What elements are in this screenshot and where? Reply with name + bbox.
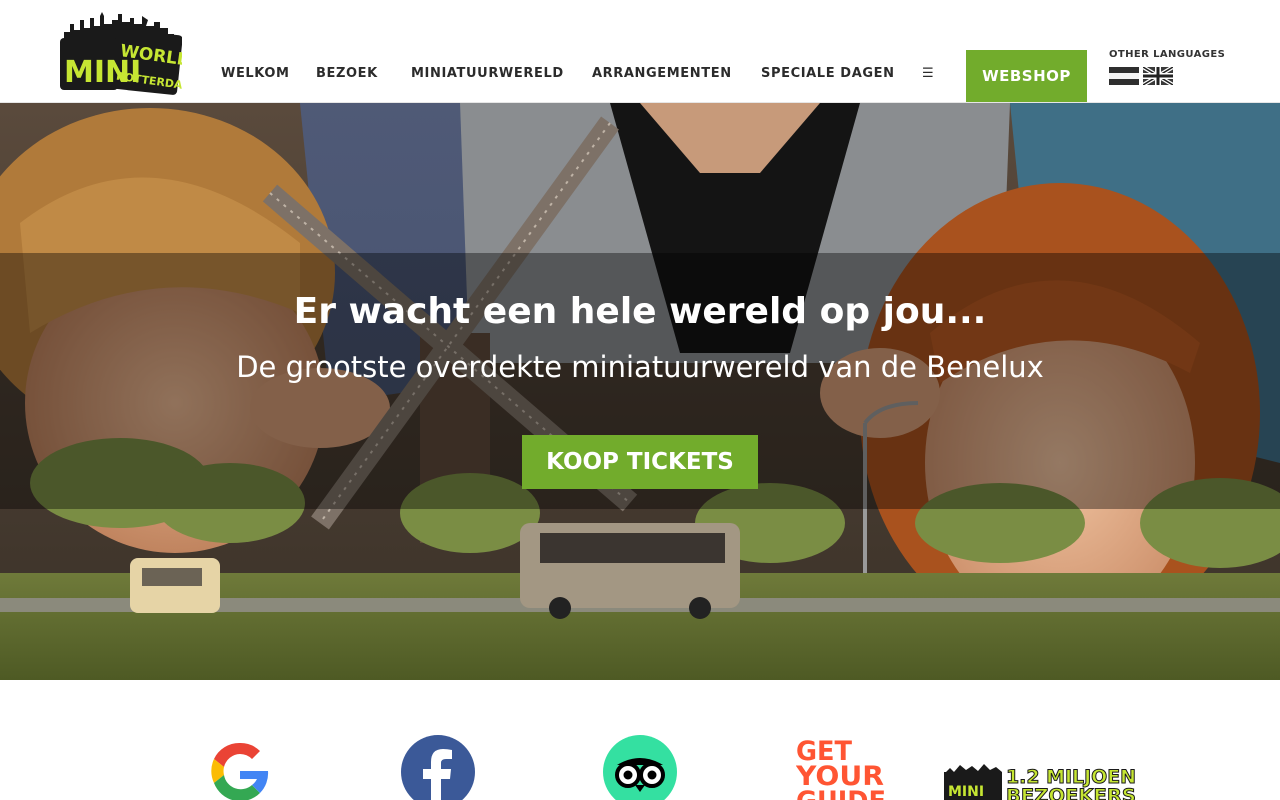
google-icon[interactable]	[204, 735, 276, 800]
badge-logo-text: MINI	[948, 784, 984, 800]
nav-item-miniatuurwereld[interactable]: MINIATUURWERELD	[411, 62, 564, 86]
hero-title: Er wacht een hele wereld op jou...	[293, 291, 987, 332]
hero-subtitle: De grootste overdekte miniatuurwereld va…	[236, 350, 1044, 384]
miniworld-logo[interactable]: MINI WORLD ROTTERDAM	[58, 10, 182, 96]
uk-flag-icon[interactable]	[1143, 67, 1173, 85]
dutch-flag-icon[interactable]	[1109, 67, 1139, 85]
menu-hamburger-icon[interactable]: ☰	[922, 62, 934, 86]
gyg-text-line-3: GUIDE	[796, 786, 886, 800]
getyourguide-logo[interactable]: GET YOUR GUIDE	[796, 735, 892, 800]
webshop-button[interactable]: WEBSHOP	[966, 50, 1087, 102]
buy-tickets-button[interactable]: KOOP TICKETS	[522, 435, 758, 489]
nav-item-arrangementen[interactable]: ARRANGEMENTEN	[592, 62, 732, 86]
hero-section: Er wacht een hele wereld op jou... De gr…	[0, 103, 1280, 680]
visitors-badge: MINI 1.2 MILJOEN BEZOEKERS	[944, 764, 1137, 800]
nav-item-bezoek[interactable]: BEZOEK	[316, 62, 378, 86]
nav-item-welkom[interactable]: WELKOM	[221, 62, 290, 86]
nav-item-speciale-dagen[interactable]: SPECIALE DAGEN	[761, 62, 895, 86]
review-logos-strip: GET YOUR GUIDE MINI 1.2 MILJOEN BEZOEKER…	[0, 680, 1280, 800]
badge-line-2: BEZOEKERS	[1006, 785, 1136, 800]
other-languages-label: OTHER LANGUAGES	[1109, 49, 1226, 60]
tripadvisor-icon[interactable]	[603, 735, 677, 800]
site-header: MINI WORLD ROTTERDAM WELKOM BEZOEK MINIA…	[0, 0, 1280, 103]
facebook-icon[interactable]	[401, 735, 475, 800]
